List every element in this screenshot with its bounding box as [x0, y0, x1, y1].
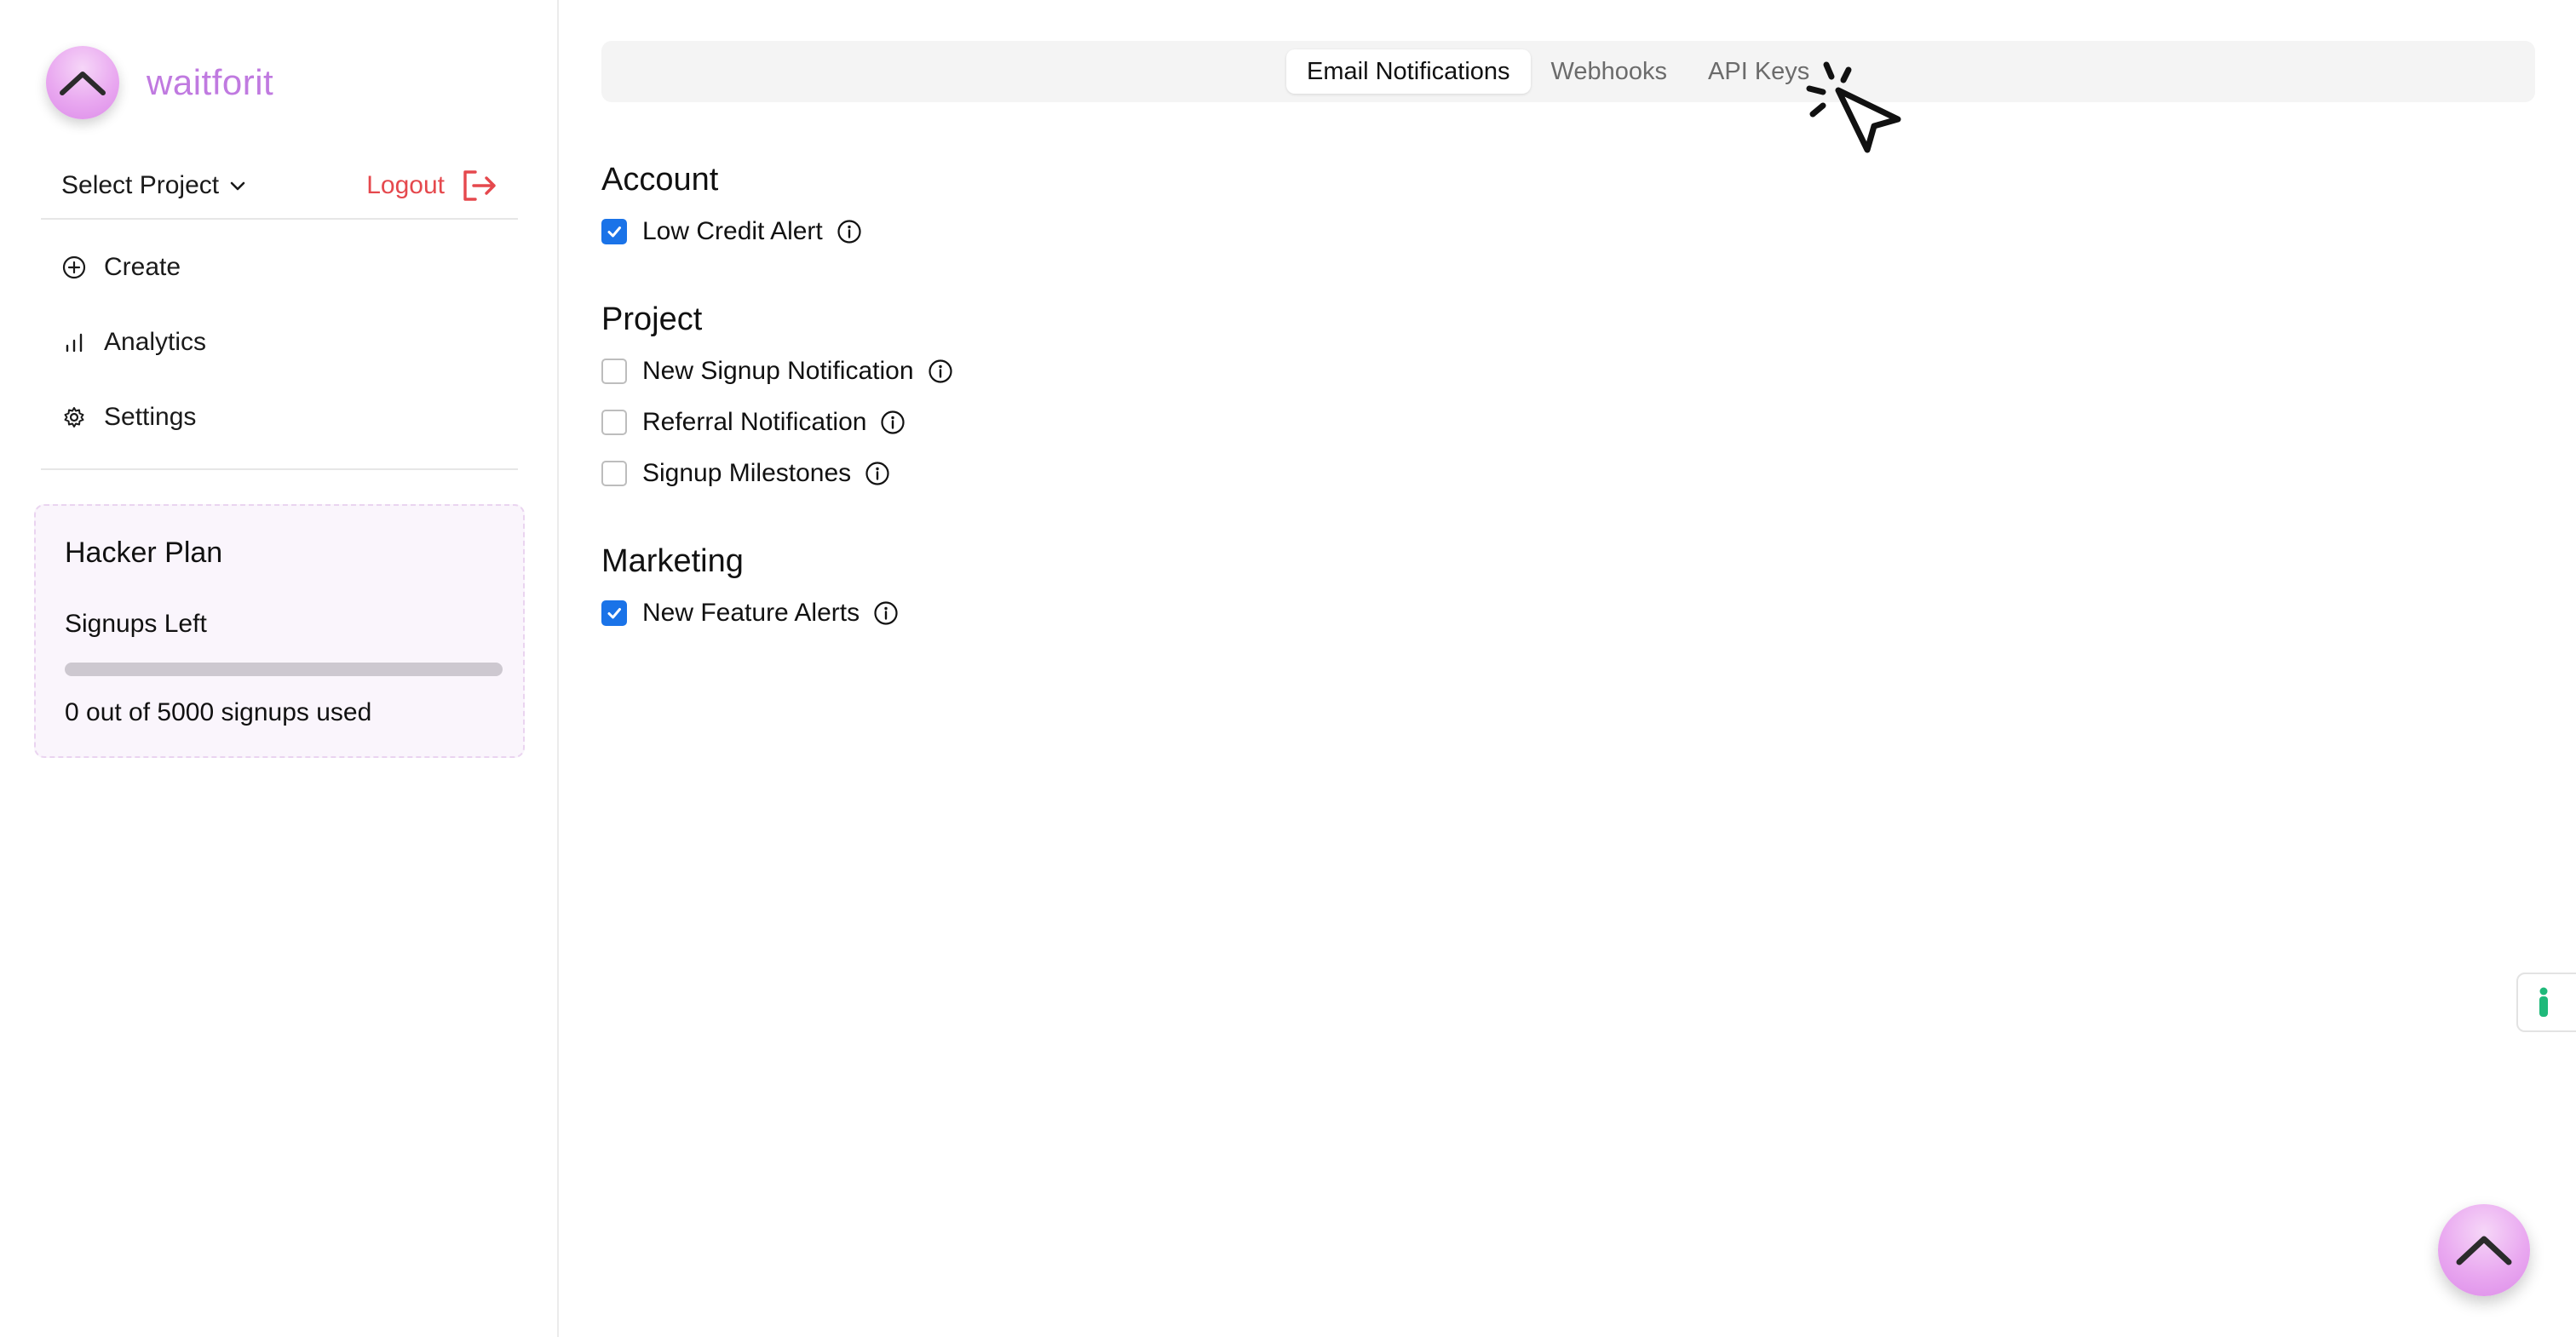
sidebar: waitforit Select Project Logout Create A…: [0, 0, 559, 1337]
checkbox[interactable]: [601, 600, 627, 626]
plus-circle-icon: [61, 255, 87, 280]
checkbox[interactable]: [601, 461, 627, 486]
tab-email-notifications[interactable]: Email Notifications: [1286, 49, 1531, 94]
info-icon[interactable]: [928, 359, 953, 384]
logo-icon: [46, 46, 119, 119]
info-icon[interactable]: [873, 600, 899, 626]
option-signup-milestones: Signup Milestones: [601, 448, 953, 499]
sidebar-item-label: Settings: [104, 403, 197, 431]
info-icon[interactable]: [837, 219, 862, 244]
section-account: Account Low Credit Alert: [601, 158, 862, 257]
option-label: New Signup Notification: [642, 357, 914, 385]
chevron-down-icon: [230, 181, 245, 191]
checkbox[interactable]: [601, 219, 627, 244]
logout-icon: [463, 170, 496, 201]
plan-title: Hacker Plan: [65, 537, 223, 569]
info-icon[interactable]: [865, 461, 890, 486]
app-window: waitforit Select Project Logout Create A…: [0, 0, 2576, 1337]
section-title: Account: [601, 162, 719, 198]
plan-signups-label: Signups Left: [65, 610, 207, 638]
sidebar-divider: [41, 468, 518, 470]
project-row: Select Project Logout: [41, 162, 518, 220]
mouse-cursor-icon: [1806, 58, 1905, 161]
select-project-dropdown[interactable]: Select Project: [61, 171, 248, 200]
option-new-feature-alerts: New Feature Alerts: [601, 588, 899, 639]
brand-name: waitforit: [147, 62, 274, 102]
person-icon: [2539, 987, 2548, 1017]
plan-progress-bar: [65, 663, 503, 676]
option-new-signup-notification: New Signup Notification: [601, 346, 953, 397]
option-label: New Feature Alerts: [642, 599, 860, 627]
scroll-top-button[interactable]: [2438, 1204, 2530, 1296]
section-title: Marketing: [601, 543, 744, 579]
tab-webhooks[interactable]: Webhooks: [1531, 49, 1688, 94]
section-marketing: Marketing New Feature Alerts: [601, 540, 899, 639]
option-label: Referral Notification: [642, 408, 867, 436]
info-icon[interactable]: [880, 410, 906, 435]
tab-list: Email Notifications Webhooks API Keys: [1286, 49, 1830, 94]
section-project: Project New Signup Notification Referral…: [601, 298, 953, 499]
option-label: Signup Milestones: [642, 459, 852, 487]
sidebar-item-label: Analytics: [104, 328, 207, 356]
settings-tabbar: Email Notifications Webhooks API Keys: [601, 41, 2535, 102]
sidebar-nav: Create Analytics Settings: [61, 230, 206, 455]
feedback-side-tab[interactable]: [2516, 973, 2576, 1032]
checkbox[interactable]: [601, 359, 627, 384]
logout-label: Logout: [366, 171, 445, 199]
section-title: Project: [601, 301, 703, 337]
bar-chart-icon: [61, 330, 87, 355]
sidebar-item-create[interactable]: Create: [61, 230, 206, 305]
gear-icon: [61, 405, 87, 430]
sidebar-item-settings[interactable]: Settings: [61, 380, 206, 455]
plan-usage-text: 0 out of 5000 signups used: [65, 698, 372, 726]
logout-button[interactable]: Logout: [366, 169, 497, 203]
chevron-up-icon: [2456, 1236, 2512, 1265]
sidebar-item-label: Create: [104, 253, 181, 281]
plan-card: Hacker Plan Signups Left 0 out of 5000 s…: [34, 504, 525, 758]
sidebar-item-analytics[interactable]: Analytics: [61, 305, 206, 380]
option-label: Low Credit Alert: [642, 217, 823, 245]
option-low-credit-alert: Low Credit Alert: [601, 206, 862, 257]
select-project-label: Select Project: [61, 171, 220, 199]
brand[interactable]: waitforit: [46, 46, 273, 119]
checkbox[interactable]: [601, 410, 627, 435]
option-referral-notification: Referral Notification: [601, 397, 953, 448]
